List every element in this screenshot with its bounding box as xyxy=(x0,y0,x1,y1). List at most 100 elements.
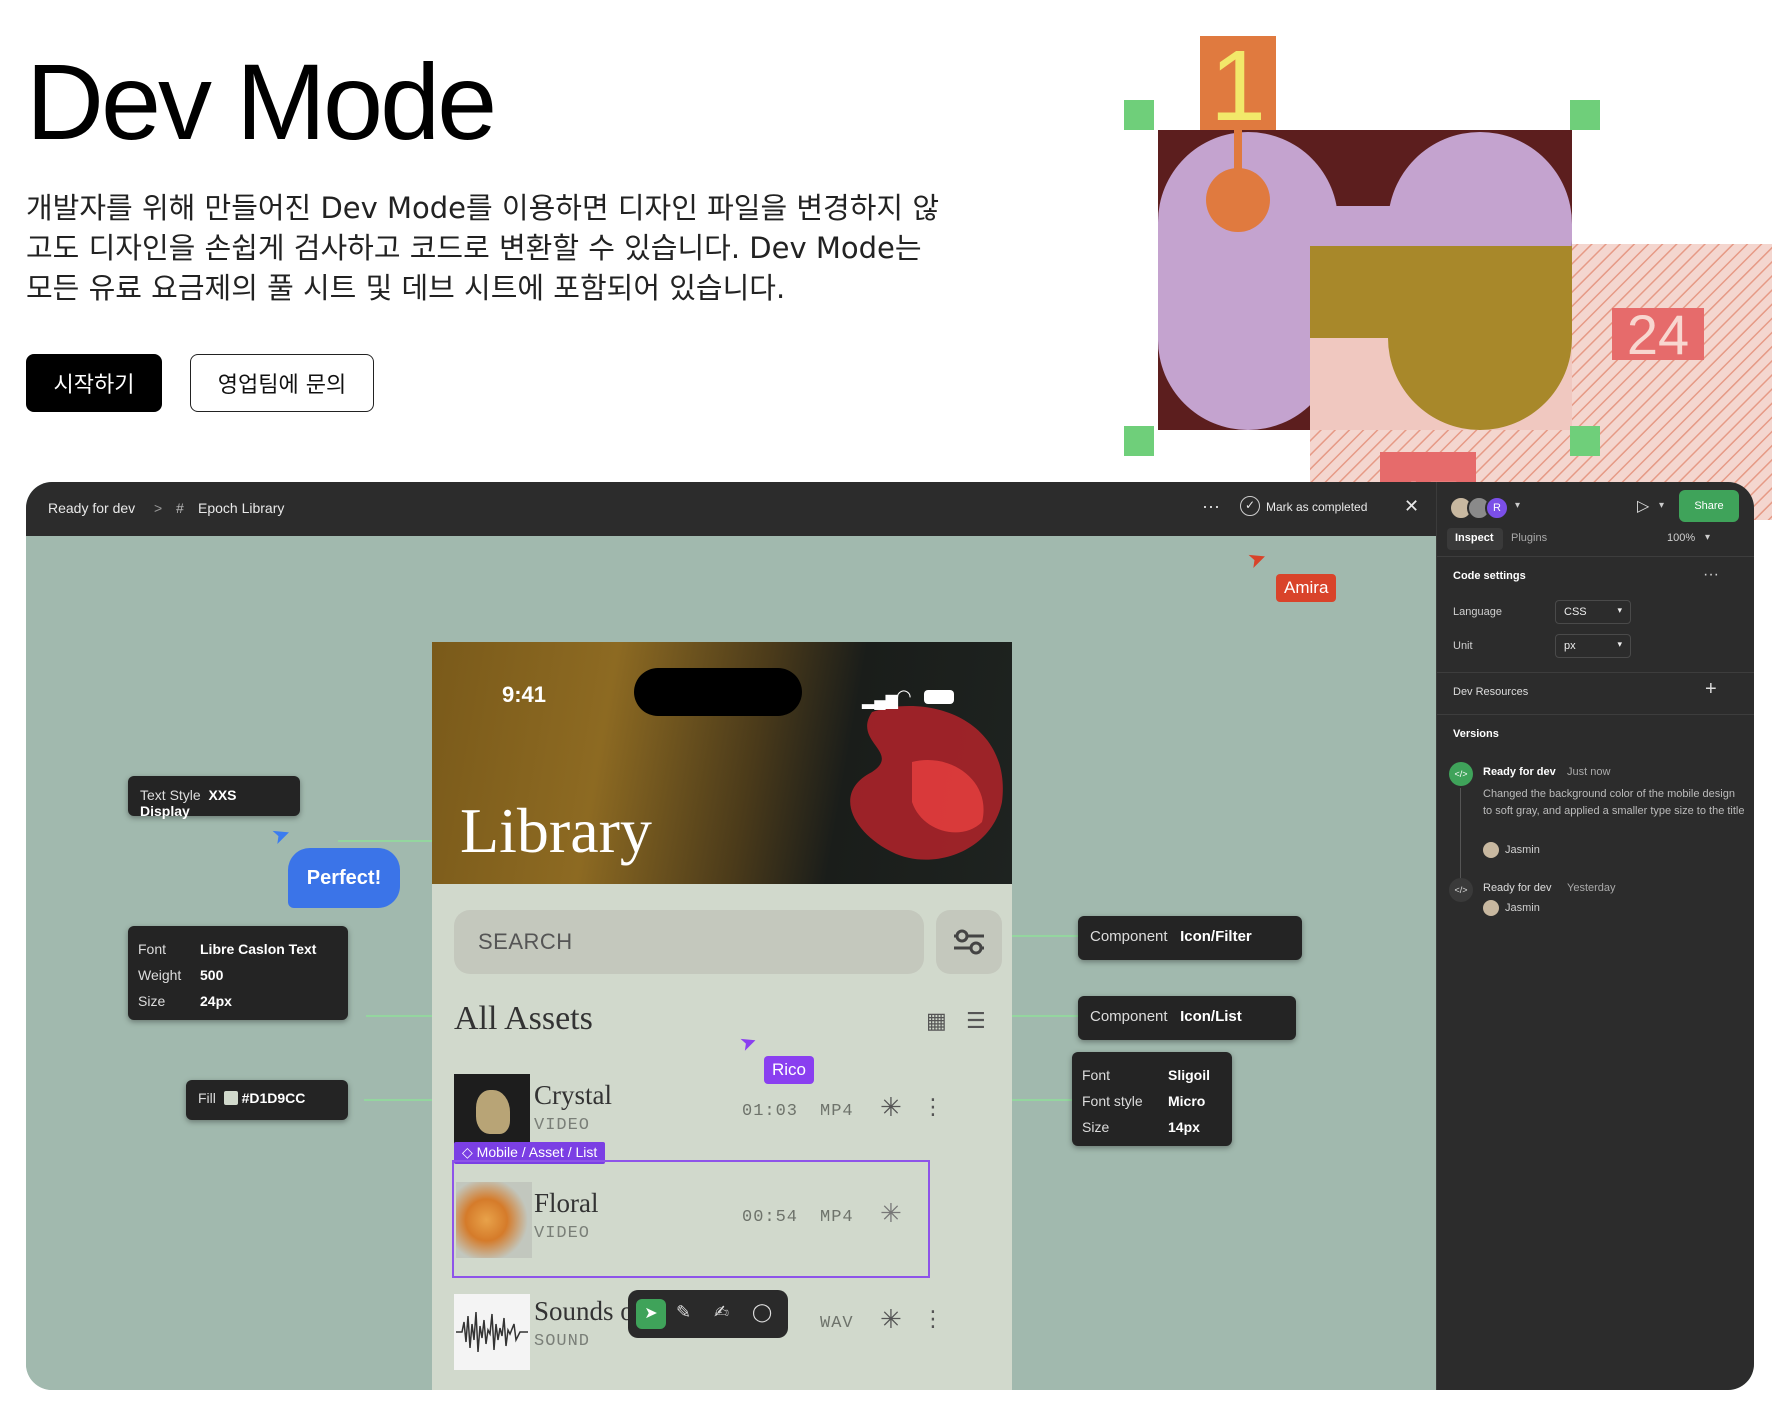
asset-duration: 00:54 xyxy=(742,1208,799,1227)
unit-select[interactable]: px ▾ xyxy=(1555,634,1631,658)
contact-sales-button[interactable]: 영업팀에 문의 xyxy=(190,354,374,412)
code-settings-title: Code settings xyxy=(1453,570,1526,582)
unit-label: Unit xyxy=(1453,640,1473,652)
close-icon[interactable]: ✕ xyxy=(1404,496,1419,517)
favorite-icon[interactable]: ✳ xyxy=(880,1304,902,1335)
number-24-label: 24 xyxy=(1627,303,1689,366)
grid-view-icon[interactable]: ▦ xyxy=(926,1008,947,1034)
library-title: Library xyxy=(460,795,652,866)
search-input[interactable]: SEARCH xyxy=(454,910,924,974)
move-tool-icon[interactable]: ➤ xyxy=(636,1299,666,1329)
fill-annotation: Fill #D1D9CC xyxy=(186,1080,348,1120)
code-icon: </> xyxy=(1449,878,1473,902)
dev-resources-title: Dev Resources xyxy=(1453,686,1529,698)
page-title: Dev Mode xyxy=(26,41,497,162)
inspect-panel: R ▾ ▷ ▾ Share Inspect Plugins 100% ▾ Cod… xyxy=(1436,482,1754,1390)
divider xyxy=(1437,672,1754,673)
timeline-line xyxy=(1460,788,1461,886)
comment-bubble[interactable]: Perfect! xyxy=(288,848,400,908)
tab-plugins[interactable]: Plugins xyxy=(1511,532,1547,544)
annotation-label: Font style xyxy=(1082,1093,1143,1109)
zoom-level[interactable]: 100% xyxy=(1667,532,1695,544)
favorite-icon[interactable]: ✳ xyxy=(880,1198,902,1229)
annotation-label: Size xyxy=(1082,1119,1110,1135)
asset-format: MP4 xyxy=(820,1208,854,1227)
waveform-icon xyxy=(456,1311,528,1353)
annotation-label: Fill xyxy=(198,1090,216,1106)
check-circle-icon: ✓ xyxy=(1240,496,1260,516)
annotation-label: Size xyxy=(138,993,166,1009)
library-hero-image: 9:41 ▂▄▆ ◠ Library xyxy=(432,642,1012,884)
annotation-value: Sligoil xyxy=(1168,1067,1210,1083)
annotation-label: Font xyxy=(138,941,167,957)
component-tag-label: Mobile / Asset / List xyxy=(476,1144,598,1160)
section-title: All Assets xyxy=(454,1000,593,1037)
get-started-button[interactable]: 시작하기 xyxy=(26,354,162,412)
color-swatch xyxy=(223,1091,238,1105)
dynamic-island xyxy=(634,668,802,716)
version-author: Jasmin xyxy=(1505,844,1540,856)
chevron-down-icon: ▾ xyxy=(1617,639,1622,649)
measure-tool-icon[interactable]: ✎ xyxy=(676,1302,691,1323)
annotation-value: 500 xyxy=(200,967,224,983)
avatar[interactable]: R xyxy=(1485,496,1509,520)
annotate-tool-icon[interactable]: ✍ xyxy=(714,1302,729,1323)
asset-format: WAV xyxy=(820,1314,854,1333)
red-flower-art xyxy=(850,706,1003,860)
chevron-down-icon: ▾ xyxy=(1617,605,1622,615)
language-select[interactable]: CSS ▾ xyxy=(1555,600,1631,624)
version-time: Yesterday xyxy=(1567,882,1616,894)
dev-mode-illustration: 1 24 17 xyxy=(1124,36,1772,520)
dev-mode-window: Ready for dev > # Epoch Library ··· ✓ Ma… xyxy=(26,482,1754,1390)
breadcrumb-separator: > xyxy=(154,500,163,516)
code-icon: </> xyxy=(1449,762,1473,786)
breadcrumb-file[interactable]: Epoch Library xyxy=(198,500,284,516)
font-style-annotation: Font Sligoil Font style Micro Size 14px xyxy=(1072,1052,1232,1146)
more-icon[interactable]: ··· xyxy=(1703,566,1719,584)
add-icon[interactable]: + xyxy=(1705,678,1717,701)
cursor-label-rico: Rico xyxy=(764,1056,815,1084)
play-icon[interactable]: ▷ xyxy=(1637,496,1649,516)
font-annotation: Font Libre Caslon Text Weight 500 Size 24px xyxy=(128,926,348,1020)
floating-toolbar: ➤ ✎ ✍ ◯ xyxy=(628,1290,788,1338)
breadcrumb-status[interactable]: Ready for dev xyxy=(48,500,135,516)
language-value: CSS xyxy=(1564,606,1587,618)
mark-completed-button[interactable]: Mark as completed xyxy=(1266,500,1367,514)
version-description: Changed the background color of the mobi… xyxy=(1483,788,1745,817)
more-options-icon[interactable]: ⋮ xyxy=(922,1306,944,1332)
more-icon[interactable]: ··· xyxy=(1202,496,1220,517)
filter-button[interactable] xyxy=(936,910,1002,974)
annotation-value: Icon/Filter xyxy=(1180,928,1252,945)
share-button[interactable]: Share xyxy=(1679,490,1739,522)
tab-inspect[interactable]: Inspect xyxy=(1455,532,1494,544)
asset-thumbnail xyxy=(456,1182,532,1258)
text-style-annotation: Text Style XXS Display xyxy=(128,776,300,819)
filter-icon xyxy=(954,929,984,955)
design-canvas[interactable]: 9:41 ▂▄▆ ◠ Library SEARCH All Assets ▦ ☰ xyxy=(26,536,1436,1390)
waveform-thumbnail xyxy=(454,1294,530,1370)
more-options-icon[interactable]: ⋮ xyxy=(922,1094,944,1120)
unit-value: px xyxy=(1564,640,1576,652)
annotation-label: Component xyxy=(1090,1008,1168,1025)
divider xyxy=(1437,714,1754,715)
asset-type: SOUND xyxy=(534,1332,591,1351)
frame-icon: # xyxy=(176,500,184,516)
annotation-label: Weight xyxy=(138,967,182,983)
mobile-frame[interactable]: 9:41 ▂▄▆ ◠ Library SEARCH All Assets ▦ ☰ xyxy=(432,642,1012,1390)
favorite-icon[interactable]: ✳ xyxy=(880,1092,902,1123)
annotation-label: Component xyxy=(1090,928,1168,945)
chevron-down-icon[interactable]: ▾ xyxy=(1705,532,1710,543)
language-label: Language xyxy=(1453,606,1502,618)
versions-title: Versions xyxy=(1453,728,1499,740)
component-list-annotation: Component Icon/List xyxy=(1078,996,1296,1040)
annotation-value: Libre Caslon Text xyxy=(200,941,317,957)
chevron-down-icon[interactable]: ▾ xyxy=(1515,500,1520,511)
list-view-icon[interactable]: ☰ xyxy=(966,1008,986,1034)
hero-description: 개발자를 위해 만들어진 Dev Mode를 이용하면 디자인 파일을 변경하지… xyxy=(26,191,939,305)
comment-tool-icon[interactable]: ◯ xyxy=(752,1302,772,1323)
wifi-icon: ◠ xyxy=(896,686,912,706)
annotation-label: Text Style xyxy=(140,787,201,803)
asset-title: Sounds o xyxy=(534,1296,634,1326)
chevron-down-icon[interactable]: ▾ xyxy=(1659,500,1664,511)
asset-type: VIDEO xyxy=(534,1224,591,1243)
